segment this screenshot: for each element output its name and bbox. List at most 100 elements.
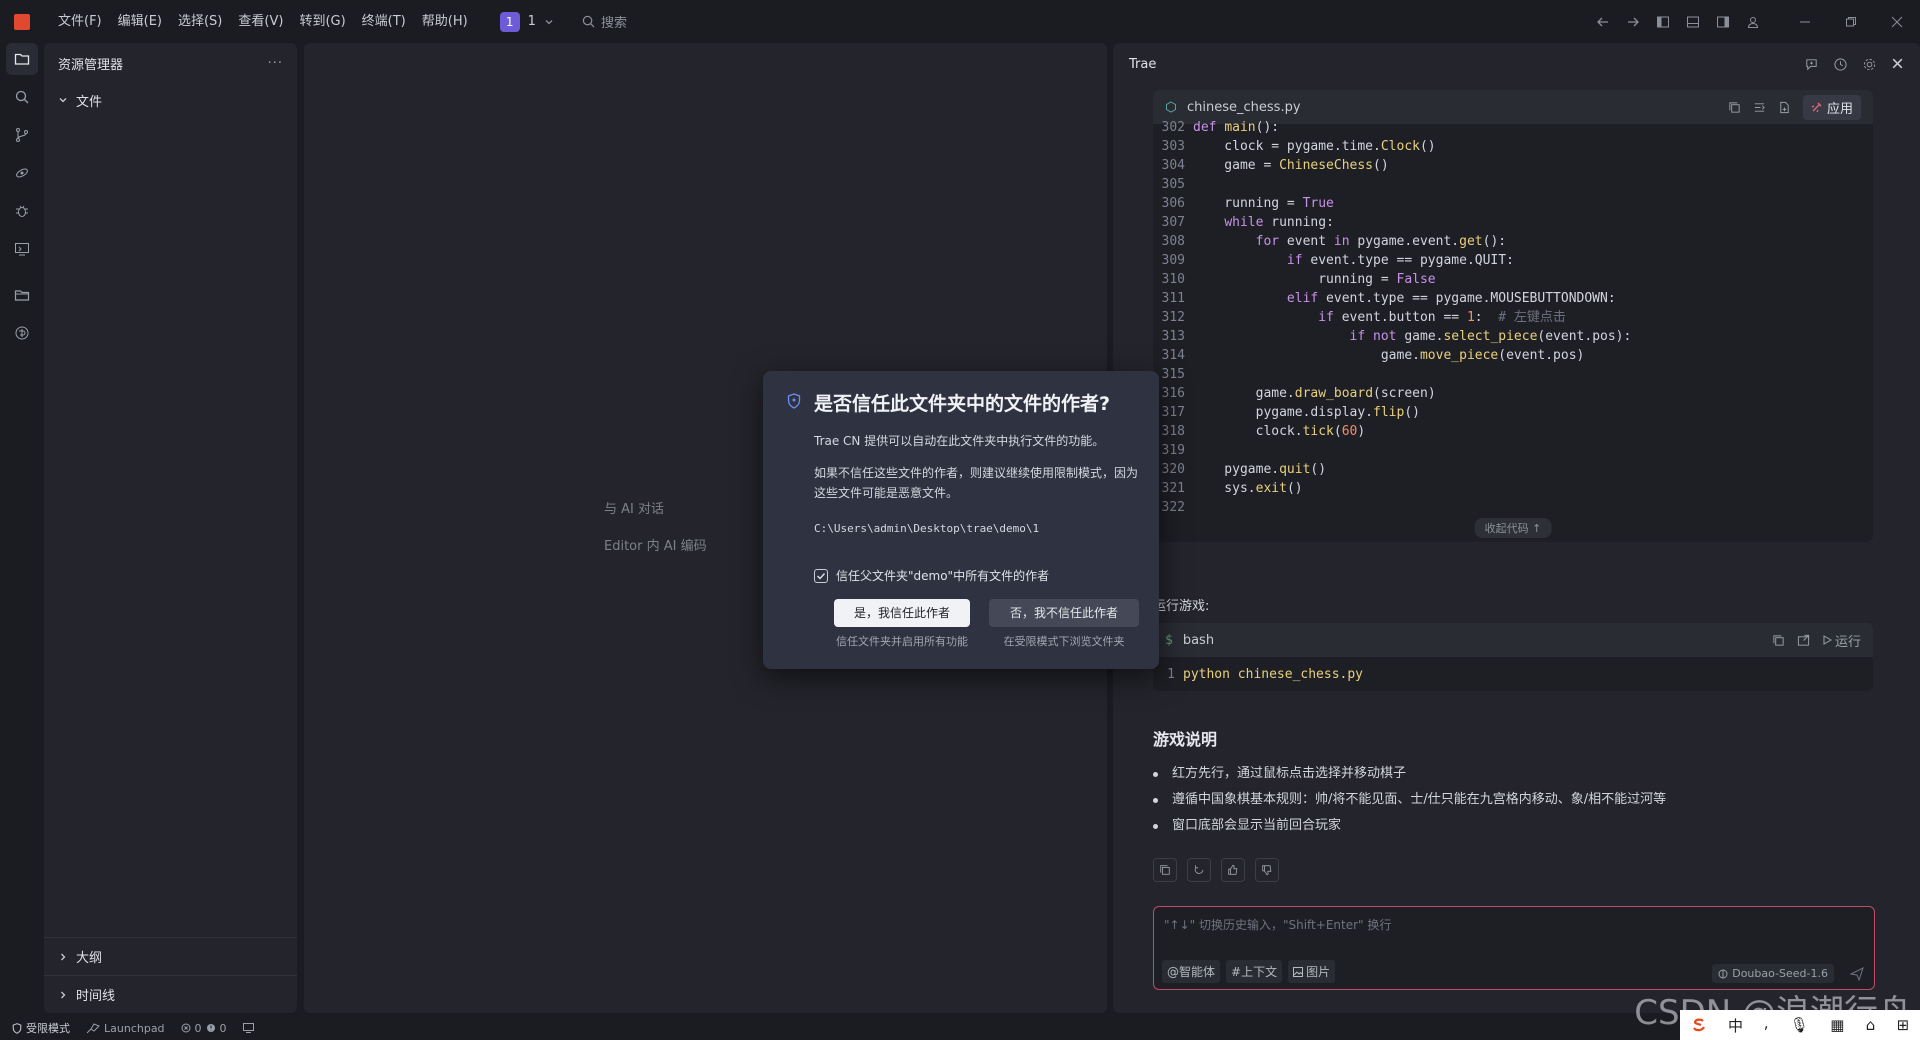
menu-go[interactable]: 转到(G) — [291, 8, 353, 36]
remote-icon[interactable] — [6, 157, 38, 189]
code-line: 305 — [1153, 175, 1873, 194]
toggle-sidebar-icon[interactable] — [1648, 0, 1678, 43]
menu-selection[interactable]: 选择(S) — [170, 8, 230, 36]
tree-folder-root[interactable]: 文件 — [44, 83, 297, 117]
collapse-code-button[interactable]: 收起代码 ↑ — [1474, 518, 1552, 538]
code-line: 317 pygame.display.flip() — [1153, 403, 1873, 422]
ai-chat-panel: Trae chinese_chess.py 应用 302 def main():… — [1113, 43, 1920, 1013]
code-line: 319 — [1153, 441, 1873, 460]
regenerate-icon[interactable] — [1187, 858, 1211, 882]
game-instructions-list: 红方先行，通过鼠标点击选择并移动棋子 遵循中国象棋基本规则：帅/将不能见面、士/… — [1153, 761, 1666, 839]
ime-keyboard-icon[interactable]: ▦ — [1830, 1016, 1844, 1034]
title-bar-actions — [1588, 0, 1920, 43]
trust-no-button[interactable]: 否，我不信任此作者 — [989, 599, 1139, 627]
chevron-down-icon — [58, 95, 68, 105]
minimize-icon[interactable] — [1782, 0, 1828, 43]
agent-chip[interactable]: @智能体 — [1162, 960, 1221, 983]
menu-terminal[interactable]: 终端(T) — [354, 8, 414, 36]
thumbs-up-icon[interactable] — [1221, 858, 1245, 882]
chevron-down-icon — [544, 17, 554, 27]
send-icon[interactable] — [1850, 967, 1864, 981]
message-actions — [1153, 858, 1279, 882]
launchpad-status[interactable]: Launchpad — [86, 1022, 165, 1035]
problems-status[interactable]: 0 0 — [181, 1022, 227, 1035]
arrow-right-icon[interactable] — [1618, 0, 1648, 43]
chat-input[interactable] — [1164, 913, 1764, 937]
list-item-text: 窗口底部会显示当前回合玩家 — [1172, 818, 1342, 833]
new-chat-icon[interactable] — [1804, 57, 1819, 72]
source-control-icon[interactable] — [6, 119, 38, 151]
line-number: 308 — [1161, 234, 1185, 249]
line-number: 302 — [1161, 120, 1185, 135]
history-icon[interactable] — [1833, 57, 1848, 72]
line-number: 322 — [1161, 500, 1185, 515]
title-bar: 文件(F) 编辑(E) 选择(S) 查看(V) 转到(G) 终端(T) 帮助(H… — [0, 0, 1920, 43]
account-icon[interactable] — [1738, 0, 1768, 43]
code-block-python: chinese_chess.py 应用 302 def main(): 303 cl… — [1153, 90, 1873, 542]
search-icon — [582, 15, 595, 28]
code-text: running = False — [1193, 272, 1436, 287]
window-selector[interactable]: 1 1 — [499, 11, 554, 32]
code-line: 303 clock = pygame.time.Clock() — [1153, 137, 1873, 156]
code-text: pygame.display.flip() — [1193, 405, 1420, 420]
code-line: 321 sys.exit() — [1153, 479, 1873, 498]
code-block-bash: $ bash 运行 1 python chinese_chess.py — [1153, 623, 1873, 691]
code-text: while running: — [1224, 215, 1334, 230]
explorer-icon[interactable] — [6, 43, 38, 75]
folder-icon[interactable] — [6, 279, 38, 311]
open-terminal-icon[interactable] — [1797, 634, 1810, 647]
ime-chinese-mode[interactable]: 中 — [1728, 1015, 1743, 1036]
code-lines: 302 def main(): 303 clock = pygame.time.Cl… — [1153, 110, 1873, 520]
code-text: if event.type == pygame.QUIT: — [1286, 253, 1514, 268]
chat-title: Trae — [1129, 56, 1157, 72]
play-icon — [1822, 635, 1832, 645]
trust-parent-checkbox[interactable]: 信任父文件夹"demo"中所有文件的作者 — [814, 567, 1049, 584]
code-line: 315 — [1153, 365, 1873, 384]
menu-file[interactable]: 文件(F) — [50, 8, 110, 36]
menu-help[interactable]: 帮助(H) — [414, 8, 476, 36]
ime-logo-icon[interactable] — [1691, 1017, 1707, 1033]
model-selector[interactable]: Doubao-Seed-1.6 — [1712, 964, 1834, 983]
restricted-mode-status[interactable]: 受限模式 — [12, 1020, 70, 1036]
code-line: 302 def main(): — [1153, 118, 1873, 137]
menu-edit[interactable]: 编辑(E) — [110, 8, 170, 36]
image-chip[interactable]: 图片 — [1288, 960, 1336, 983]
copy-icon[interactable] — [1153, 858, 1177, 882]
context-chip[interactable]: #上下文 — [1226, 960, 1283, 983]
trust-yes-button[interactable]: 是，我信任此作者 — [834, 599, 970, 627]
explorer-header: 资源管理器 ··· — [44, 43, 297, 83]
timeline-label: 时间线 — [76, 989, 116, 1004]
toggle-panel-icon[interactable] — [1678, 0, 1708, 43]
extensions-icon[interactable] — [6, 317, 38, 349]
ime-menu-icon[interactable]: ⊞ — [1897, 1016, 1910, 1034]
ime-microphone-icon[interactable]: 🎙 — [1790, 1016, 1809, 1034]
close-window-icon[interactable] — [1874, 0, 1920, 43]
debug-icon[interactable] — [6, 195, 38, 227]
run-button[interactable]: 运行 — [1822, 631, 1861, 650]
settings-gear-icon[interactable] — [1862, 57, 1877, 72]
notification-icon[interactable] — [242, 1023, 254, 1033]
close-icon[interactable] — [1891, 57, 1904, 72]
shield-icon — [12, 1022, 22, 1034]
menu-view[interactable]: 查看(V) — [230, 8, 291, 36]
status-bar: 受限模式 Launchpad 0 0 — [0, 1016, 1920, 1040]
timeline-section[interactable]: 时间线 — [44, 975, 297, 1013]
more-icon[interactable]: ··· — [268, 56, 283, 71]
restore-icon[interactable] — [1828, 0, 1874, 43]
search-icon[interactable] — [6, 81, 38, 113]
remote-explorer-icon[interactable] — [6, 233, 38, 265]
outline-section[interactable]: 大纲 — [44, 937, 297, 975]
arrow-left-icon[interactable] — [1588, 0, 1618, 43]
search-box[interactable]: 搜索 — [582, 12, 627, 31]
ime-skin-icon[interactable]: ⌂ — [1866, 1016, 1876, 1034]
list-item: 窗口底部会显示当前回合玩家 — [1153, 813, 1666, 839]
code-text: if __name__ == "__main__": — [1193, 517, 1397, 520]
toggle-right-panel-icon[interactable] — [1708, 0, 1738, 43]
line-number: 315 — [1161, 367, 1185, 382]
model-icon — [1718, 969, 1728, 979]
ime-punctuation[interactable]: ⸴ — [1764, 1015, 1768, 1035]
copy-icon[interactable] — [1772, 634, 1785, 647]
shield-icon — [787, 393, 801, 409]
thumbs-down-icon[interactable] — [1255, 858, 1279, 882]
activity-bar — [0, 43, 44, 1013]
